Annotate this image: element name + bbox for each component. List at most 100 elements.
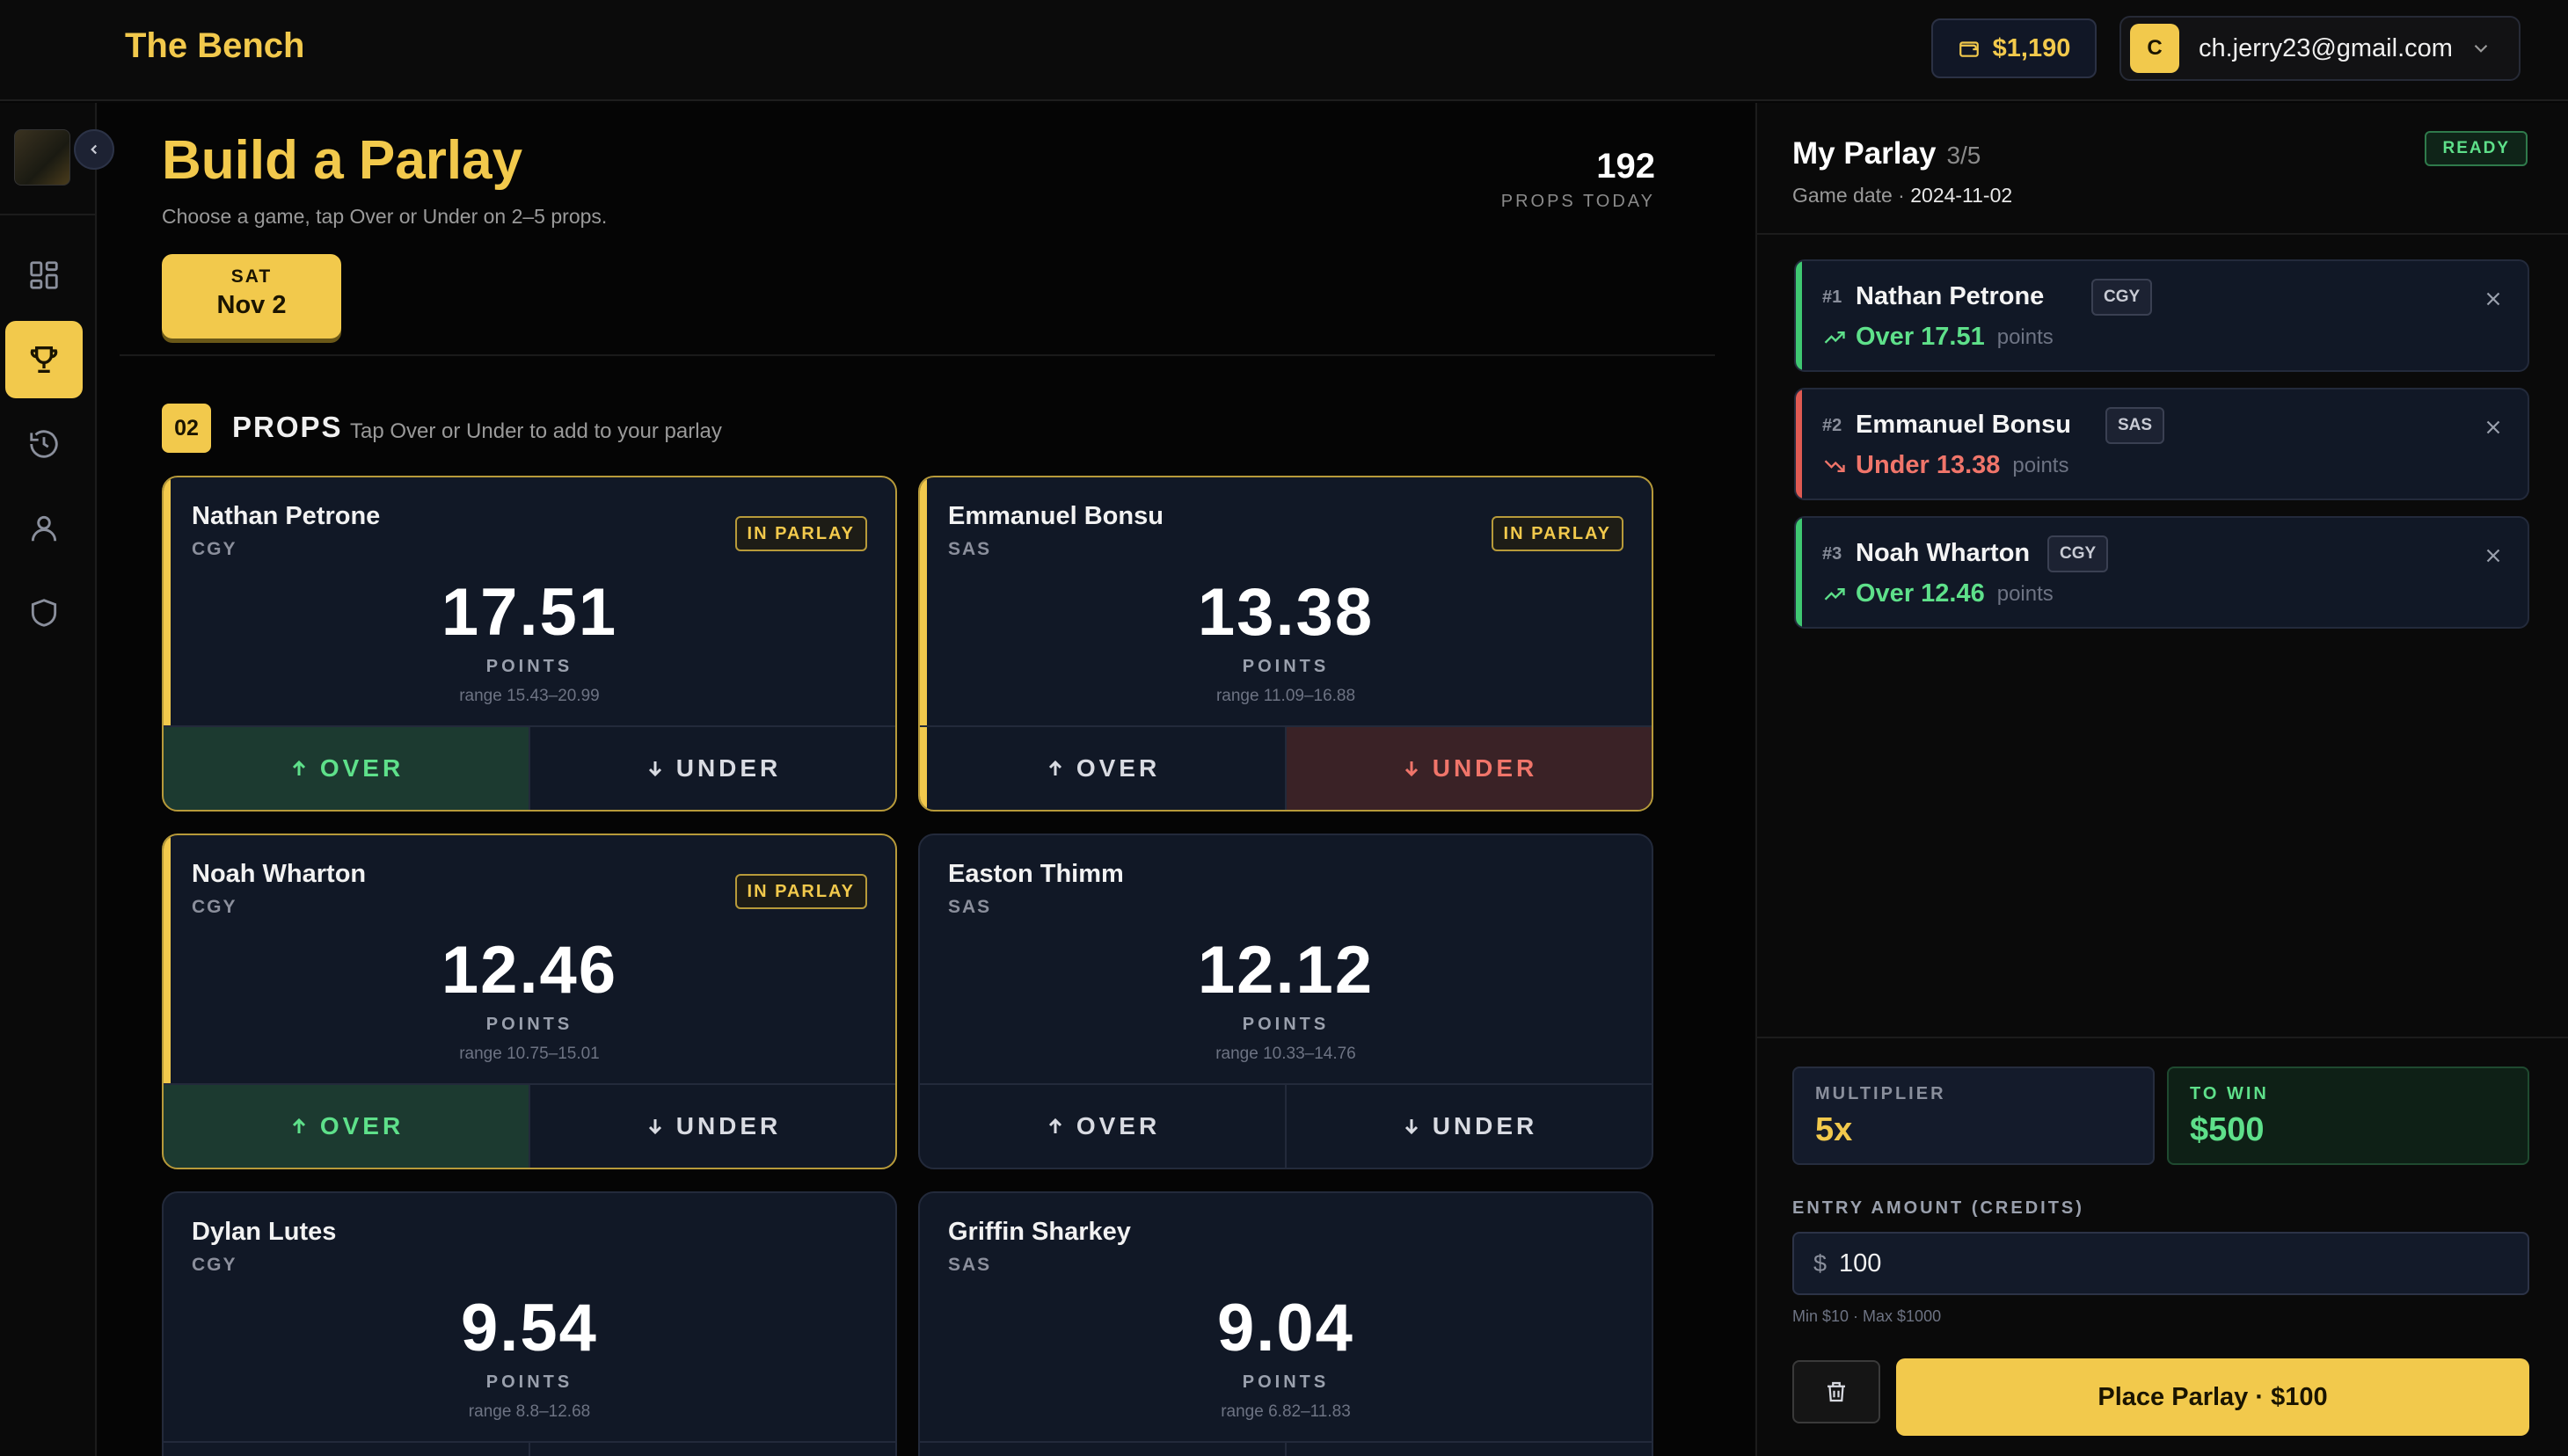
- close-icon: [2486, 549, 2500, 563]
- prop-unit: POINTS: [1242, 657, 1330, 676]
- leg-unit: points: [1996, 581, 2054, 606]
- parlay-game-date: Game date · 2024-11-02: [1792, 184, 2012, 207]
- leg-unit: points: [1996, 324, 2054, 349]
- arrow-up-icon: [1048, 1117, 1061, 1133]
- leg-team-badge: SAS: [2105, 407, 2165, 444]
- arrow-up-icon: [292, 1117, 305, 1133]
- over-button[interactable]: OVER: [920, 727, 1285, 810]
- close-icon: [2486, 292, 2500, 306]
- leg-player-name: Nathan Petrone: [1856, 282, 2045, 310]
- multiplier-value: 5x: [1815, 1111, 1853, 1148]
- prop-card: Dylan Lutes CGY 9.54 POINTS range 8.8–12.68 O…: [162, 1191, 897, 1456]
- avatar: C: [2130, 24, 2179, 73]
- section-title: PROPS: [232, 411, 343, 443]
- over-button[interactable]: OVER: [164, 1085, 529, 1168]
- shield-icon: [31, 599, 57, 627]
- arrow-down-icon: [648, 1119, 661, 1135]
- to-win-value: $500: [2190, 1111, 2265, 1148]
- trend-up-icon: [1824, 331, 1845, 344]
- history-icon: [30, 430, 58, 458]
- player-team: SAS: [948, 539, 992, 559]
- chevron-left-icon: [91, 144, 98, 155]
- place-parlay-button[interactable]: Place Parlay · $100: [1896, 1358, 2529, 1436]
- player-name: Nathan Petrone: [192, 502, 381, 530]
- under-button[interactable]: UNDER: [529, 727, 895, 810]
- panel-divider: [1757, 233, 2568, 235]
- collapse-sidebar-button[interactable]: [74, 129, 114, 170]
- prop-range: range 11.09–16.88: [1215, 687, 1356, 705]
- under-label: UNDER: [675, 754, 782, 782]
- parlay-panel: My Parlay 3/5 Game date · 2024-11-02 READ…: [1755, 103, 2568, 1456]
- leg-player-name: Emmanuel Bonsu: [1856, 411, 2071, 439]
- parlay-title: My Parlay 3/5: [1792, 136, 1981, 171]
- account-menu[interactable]: C ch.jerry23@gmail.com: [2119, 16, 2521, 81]
- prop-unit: POINTS: [1242, 1015, 1330, 1034]
- arrow-up-icon: [1048, 760, 1061, 775]
- game-date-value: 2024-11-02: [1910, 184, 2013, 207]
- player-team: CGY: [192, 539, 237, 559]
- leg-pick: Over 17.51 points: [1822, 323, 2054, 352]
- under-button[interactable]: UNDER: [1285, 1443, 1652, 1456]
- prop-range: range 8.8–12.68: [468, 1402, 591, 1421]
- prop-unit: POINTS: [485, 1372, 573, 1392]
- prop-line: 9.54: [461, 1291, 598, 1365]
- game-date-label: Game date ·: [1792, 184, 1911, 207]
- parlay-leg: #2 Emmanuel Bonsu SAS Under 13.38 points: [1794, 388, 2529, 500]
- grid-icon: [30, 261, 58, 289]
- top-bar: The Bench $1,190 C ch.jerry23@gmail.com: [0, 0, 2568, 101]
- remove-leg-button[interactable]: [2482, 416, 2505, 443]
- sidebar-item-admin[interactable]: [5, 574, 83, 652]
- sidebar-item-parlay[interactable]: [5, 321, 83, 398]
- game-thumbnail[interactable]: [14, 129, 70, 186]
- date-selector[interactable]: SAT Nov 2: [162, 254, 341, 339]
- balance-button[interactable]: $1,190: [1931, 18, 2097, 78]
- sidebar-item-profile[interactable]: [5, 490, 83, 567]
- entry-amount-input[interactable]: [1839, 1249, 2455, 1278]
- arrow-down-icon: [1404, 761, 1418, 777]
- under-button[interactable]: UNDER: [529, 1085, 895, 1168]
- arrow-down-icon: [648, 761, 661, 777]
- over-button[interactable]: OVER: [164, 727, 529, 810]
- leg-player-name: Noah Wharton: [1856, 539, 2031, 567]
- player-team: SAS: [948, 897, 992, 917]
- under-button[interactable]: UNDER: [529, 1443, 895, 1456]
- leg-index: #1: [1822, 288, 1842, 307]
- in-parlay-badge: IN PARLAY: [1491, 516, 1623, 551]
- player-team: CGY: [192, 897, 237, 917]
- remove-leg-button[interactable]: [2482, 288, 2505, 315]
- prop-line: 12.12: [1197, 933, 1375, 1008]
- trash-icon: [1828, 1381, 1845, 1402]
- step-badge: 02: [162, 404, 211, 453]
- leg-team-badge: CGY: [2047, 535, 2109, 572]
- entry-amount-field[interactable]: $: [1792, 1232, 2529, 1295]
- prop-line: 17.51: [441, 575, 618, 650]
- pick-buttons: OVERUNDER: [920, 1441, 1652, 1456]
- props-count: 192 PROPS TODAY: [1501, 147, 1655, 212]
- leg-pick: Over 12.46 points: [1822, 579, 2054, 608]
- clear-parlay-button[interactable]: [1792, 1360, 1880, 1423]
- balance-amount: $1,190: [1992, 33, 2071, 62]
- prop-range: range 10.75–15.01: [459, 1045, 600, 1063]
- sidebar-item-dashboard[interactable]: [5, 237, 83, 314]
- multiplier-box: MULTIPLIER 5x: [1792, 1067, 2155, 1165]
- pick-buttons: OVERUNDER: [920, 725, 1652, 810]
- under-label: UNDER: [675, 1112, 782, 1139]
- to-win-label: TO WIN: [2190, 1084, 2269, 1103]
- under-button[interactable]: UNDER: [1285, 727, 1652, 810]
- leg-unit: points: [2012, 453, 2069, 477]
- over-button[interactable]: OVER: [920, 1085, 1285, 1168]
- remove-leg-button[interactable]: [2482, 544, 2505, 571]
- section-divider: [120, 354, 1715, 356]
- prop-unit: POINTS: [485, 1015, 573, 1034]
- over-button[interactable]: OVER: [920, 1443, 1285, 1456]
- over-button[interactable]: OVER: [164, 1443, 529, 1456]
- pick-buttons: OVER UNDER: [164, 1083, 895, 1168]
- sidebar-item-history[interactable]: [5, 405, 83, 483]
- under-button[interactable]: UNDER: [1285, 1085, 1652, 1168]
- prop-range: range 15.43–20.99: [459, 687, 600, 705]
- leg-pick: Under 13.38 points: [1822, 451, 2068, 480]
- user-icon: [31, 515, 57, 542]
- brand-logo[interactable]: The Bench: [125, 26, 304, 66]
- over-label: OVER: [1076, 1112, 1161, 1139]
- prop-card: Nathan Petrone CGY IN PARLAY 17.51 POINTS ran…: [162, 476, 897, 812]
